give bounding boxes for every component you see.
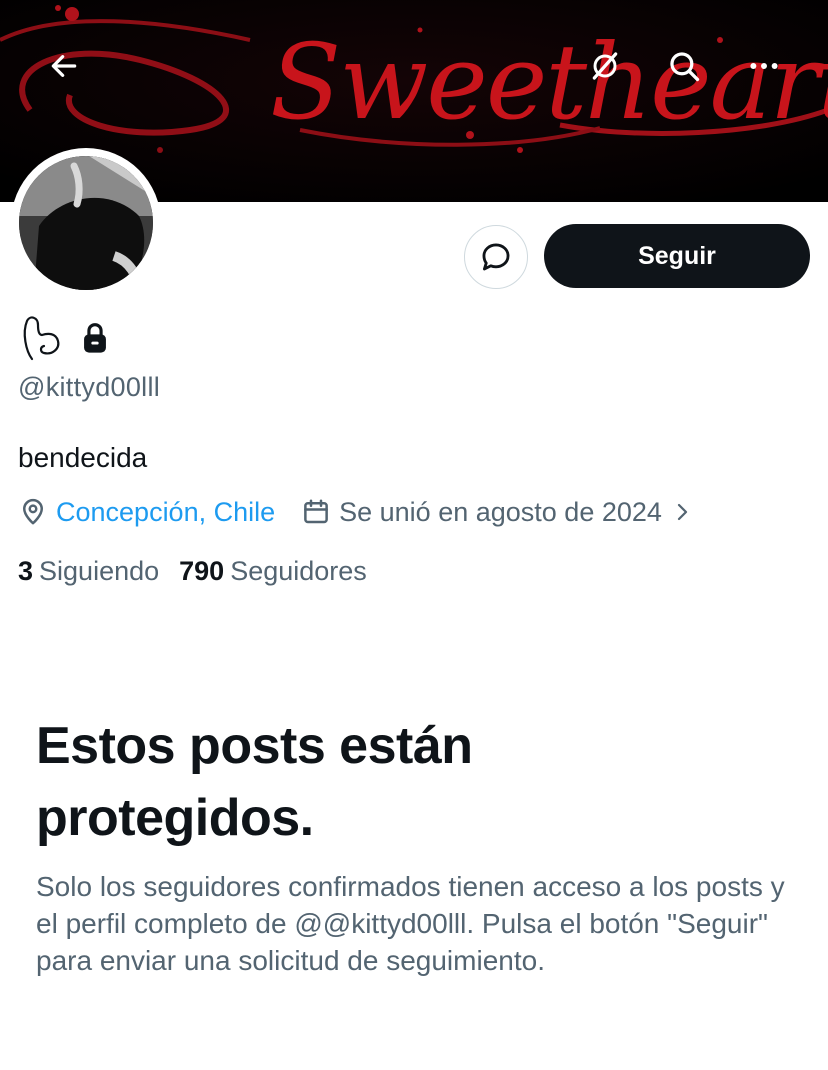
follow-button[interactable]: Seguir (544, 224, 810, 288)
followers-link[interactable]: 790 Seguidores (179, 556, 367, 587)
protected-description: Solo los seguidores confirmados tienen a… (36, 871, 785, 976)
location-text[interactable]: Concepción, Chile (56, 497, 275, 528)
avatar[interactable] (11, 148, 161, 298)
follow-stats: 3 Siguiendo 790 Seguidores (18, 553, 367, 589)
joined-date-item[interactable]: Se unió en agosto de 2024 (301, 497, 694, 528)
chevron-right-icon (677, 503, 688, 521)
lock-icon (84, 323, 106, 353)
profile-handle: @kittyd00lll (18, 372, 161, 402)
display-name (18, 312, 110, 364)
location-item[interactable]: Concepción, Chile (18, 497, 275, 528)
search-icon (670, 52, 700, 82)
protected-title: Estos posts están protegidos. (36, 717, 473, 847)
message-bubble-icon (482, 243, 510, 271)
grok-icon (592, 52, 618, 80)
calendar-icon (304, 499, 328, 524)
heart-drawing-icon (23, 316, 60, 361)
more-button[interactable] (736, 38, 792, 94)
arrow-left-icon (51, 55, 77, 77)
back-button[interactable] (36, 38, 92, 94)
following-label: Siguiendo (39, 555, 160, 586)
more-dots-icon (750, 63, 778, 69)
search-button[interactable] (656, 38, 712, 94)
followers-label: Seguidores (230, 555, 367, 586)
profile-bio: bendecida (18, 442, 148, 473)
grok-button[interactable] (577, 38, 633, 94)
message-button[interactable] (464, 225, 528, 289)
joined-date-text: Se unió en agosto de 2024 (339, 496, 662, 527)
location-pin-icon (23, 498, 43, 525)
profile-photo (19, 156, 153, 290)
profile-meta: Concepción, Chile Se unió en agosto de 2… (18, 493, 694, 531)
followers-count: 790 (179, 555, 225, 586)
following-count: 3 (18, 555, 34, 586)
following-link[interactable]: 3 Siguiendo (18, 556, 159, 587)
